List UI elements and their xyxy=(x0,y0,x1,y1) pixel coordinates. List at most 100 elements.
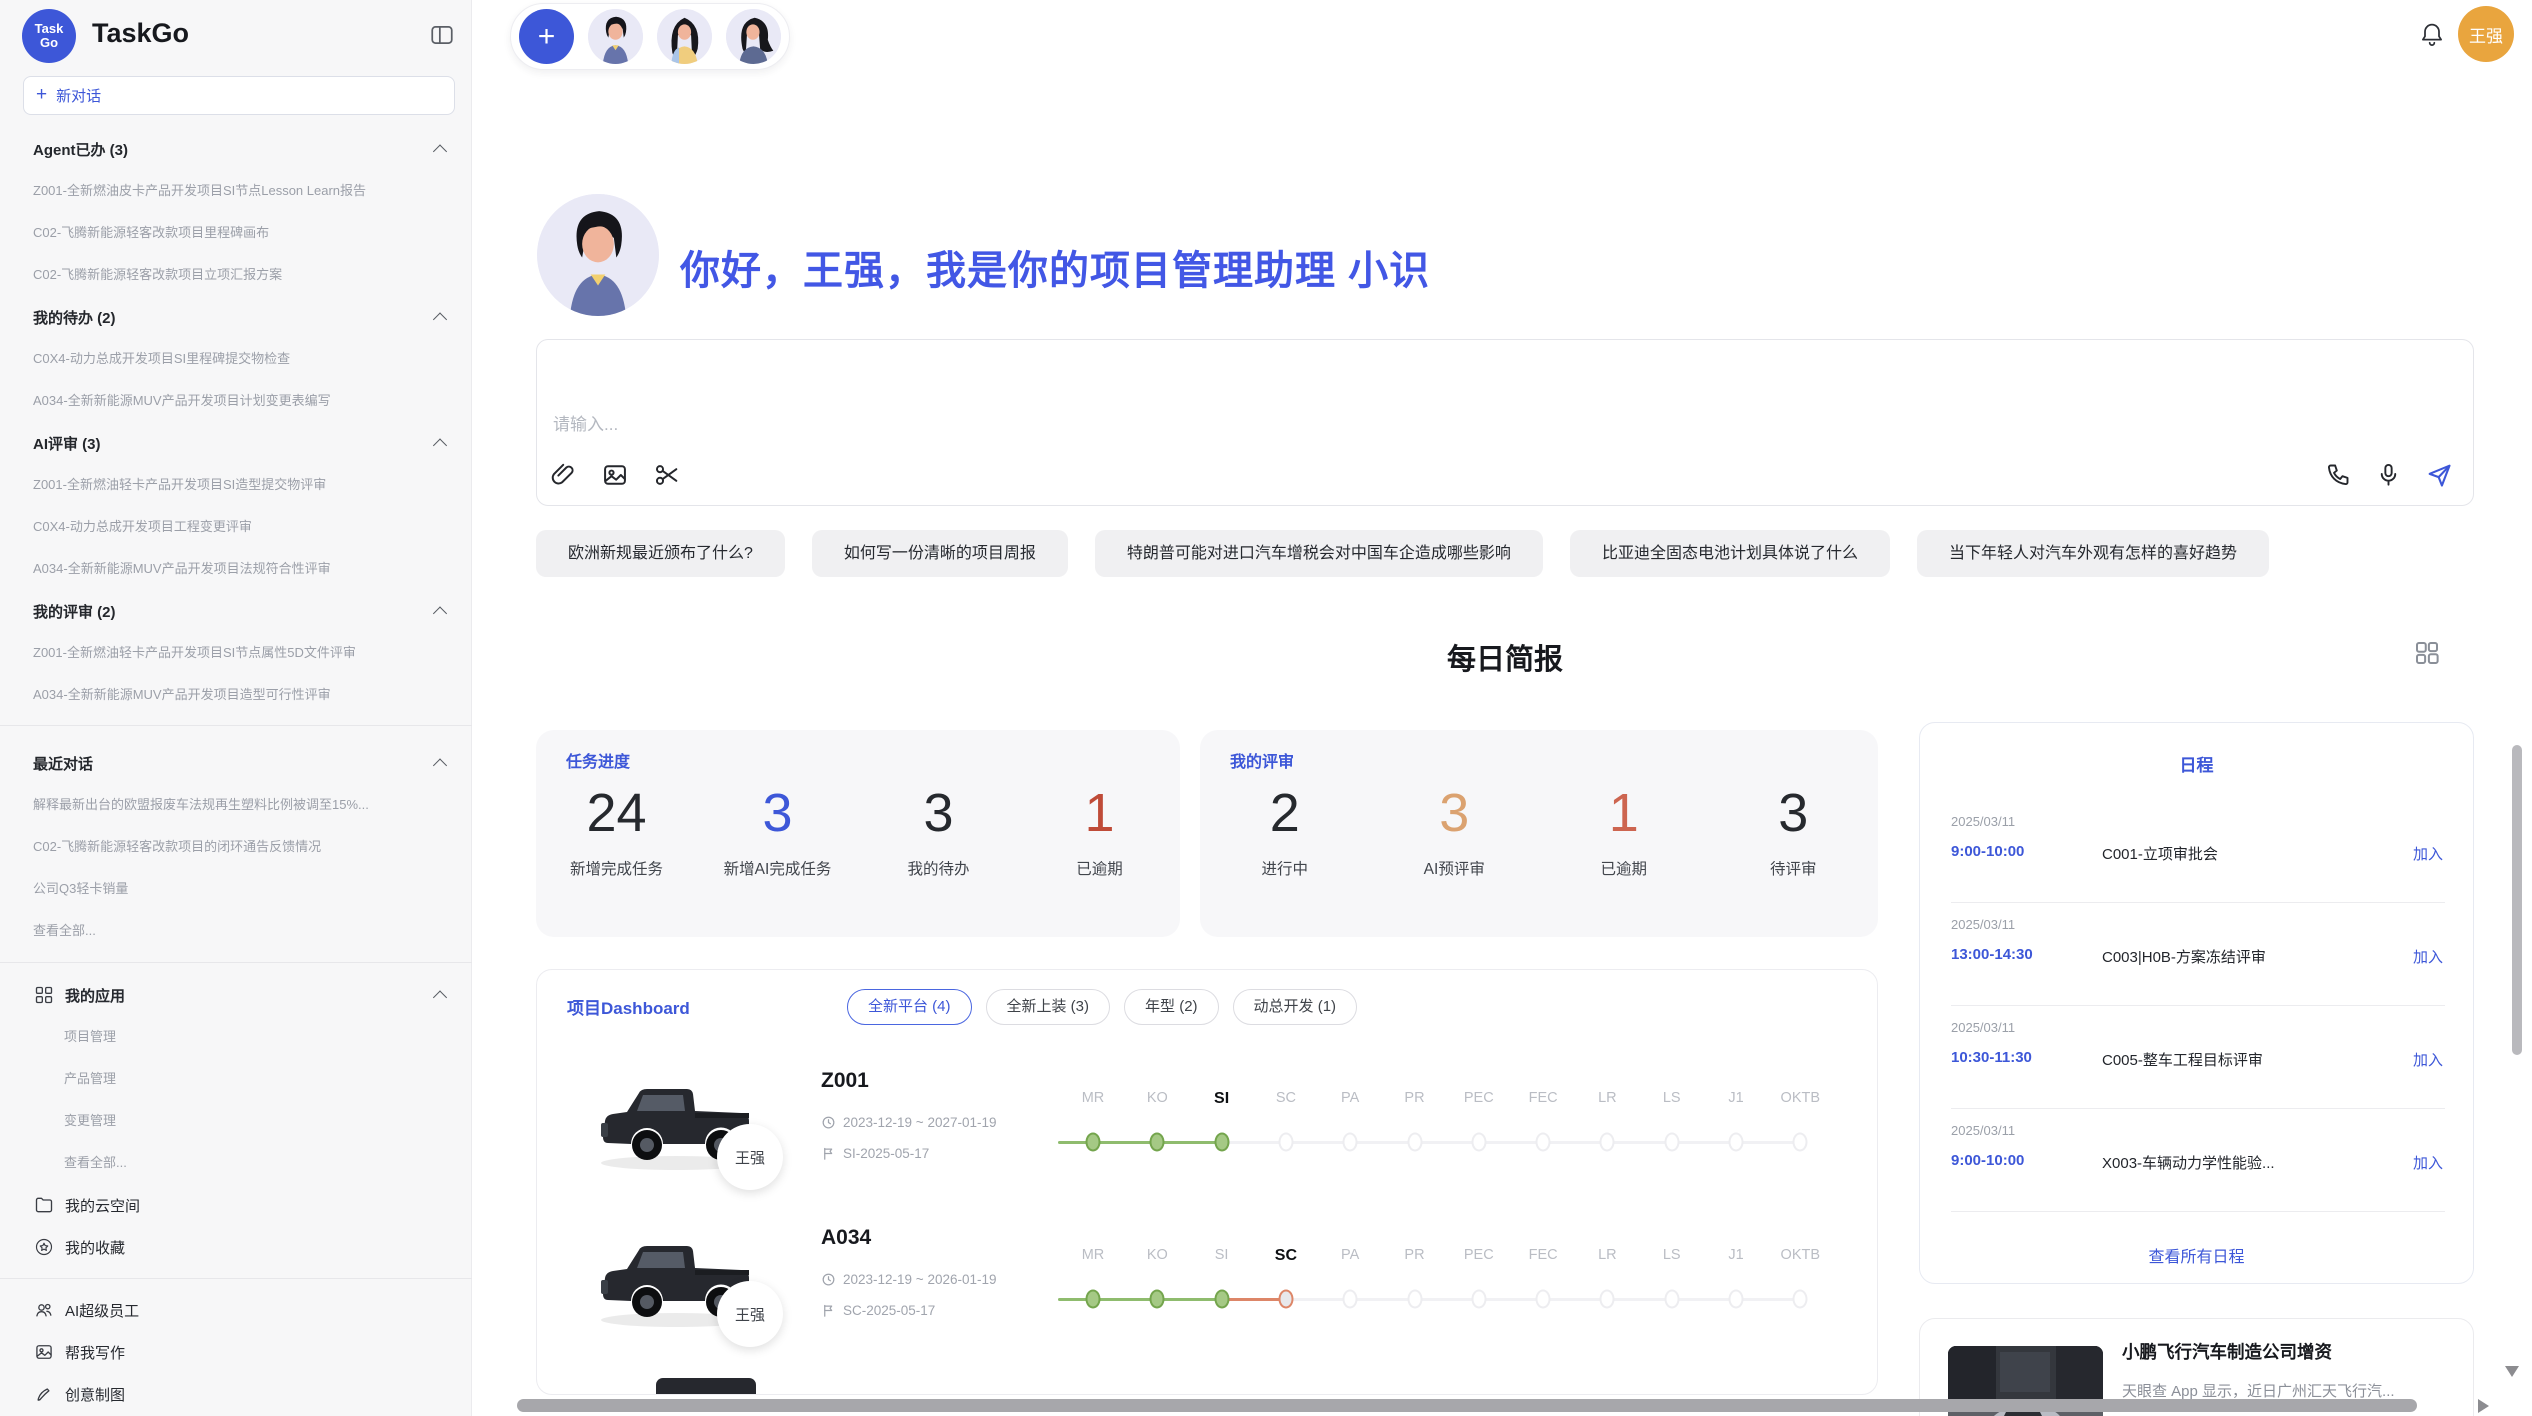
clock-icon xyxy=(821,1115,836,1130)
paperclip-icon[interactable] xyxy=(549,461,577,489)
sidebar-app-item[interactable]: 产品管理 xyxy=(0,1058,472,1100)
sidebar-tool-item[interactable]: 创意制图 xyxy=(0,1373,472,1415)
suggestion-chip[interactable]: 特朗普可能对进口汽车增税会对中国车企造成哪些影响 xyxy=(1095,530,1543,577)
notification-bell-icon[interactable] xyxy=(2418,20,2446,48)
user-avatar[interactable]: 王强 xyxy=(2458,6,2514,62)
milestone-label: PA xyxy=(1341,1090,1359,1106)
send-icon[interactable] xyxy=(2425,461,2453,489)
scroll-down-arrow-icon[interactable] xyxy=(2505,1366,2519,1377)
image-icon[interactable] xyxy=(601,461,629,489)
card-title: 我的评审 xyxy=(1230,748,1294,772)
sidebar-tools-section: AI超级员工帮我写作创意制图 xyxy=(0,1289,472,1415)
agent-avatar-3[interactable] xyxy=(726,9,781,64)
stat-value: 3 xyxy=(1709,784,1879,843)
suggestion-chip[interactable]: 欧洲新规最近颁布了什么? xyxy=(536,530,785,577)
recent-chat-item[interactable]: 解释最新出台的欧盟报废车法规再生塑料比例被调至15%... xyxy=(0,784,472,826)
chat-input[interactable]: 请输入... xyxy=(536,339,2474,506)
new-chat-button[interactable]: + 新对话 xyxy=(23,76,455,115)
dashboard-tab[interactable]: 全新平台 (4) xyxy=(847,989,972,1025)
sidebar-tool-item[interactable]: 帮我写作 xyxy=(0,1331,472,1373)
stat-label: 新增完成任务 xyxy=(536,857,697,879)
sidebar-collapse-icon[interactable] xyxy=(429,22,455,48)
agent-avatar-1[interactable] xyxy=(588,9,643,64)
sidebar-app-item[interactable]: 项目管理 xyxy=(0,1016,472,1058)
schedule-date: 2025/03/11 xyxy=(1951,814,2015,829)
sidebar-app-item[interactable]: 变更管理 xyxy=(0,1100,472,1142)
scissors-icon[interactable] xyxy=(653,461,681,489)
view-all-link[interactable]: 查看全部... xyxy=(0,1142,472,1184)
star-icon xyxy=(34,1237,54,1257)
task-progress-card: 任务进度 24新增完成任务3新增AI完成任务3我的待办1已逾期 xyxy=(536,730,1180,937)
sidebar-item[interactable]: Z001-全新燃油轻卡产品开发项目SI节点属性5D文件评审 xyxy=(0,632,472,674)
dashboard-tab[interactable]: 动总开发 (1) xyxy=(1233,989,1358,1025)
add-agent-button[interactable]: + xyxy=(519,9,574,64)
section-title: 我的待办 (2) xyxy=(33,307,116,328)
dashboard-tab[interactable]: 全新上装 (3) xyxy=(986,989,1111,1025)
scroll-right-arrow-icon[interactable] xyxy=(2478,1399,2489,1413)
sidebar-section-header[interactable]: 我的待办 (2) xyxy=(0,296,472,338)
milestone-label: J1 xyxy=(1728,1247,1743,1263)
sidebar-item-star[interactable]: 我的收藏 xyxy=(0,1226,472,1268)
dashboard-tab[interactable]: 年型 (2) xyxy=(1124,989,1219,1025)
view-all-link[interactable]: 查看全部... xyxy=(0,910,472,952)
sidebar-item-folder[interactable]: 我的云空间 xyxy=(0,1184,472,1226)
milestone-label: LS xyxy=(1663,1247,1681,1263)
suggestion-chip[interactable]: 如何写一份清晰的项目周报 xyxy=(812,530,1068,577)
horizontal-scrollbar[interactable] xyxy=(517,1399,2417,1412)
sidebar-recent-header[interactable]: 最近对话 xyxy=(0,742,472,784)
sidebar-item[interactable]: C0X4-动力总成开发项目工程变更评审 xyxy=(0,506,472,548)
join-link[interactable]: 加入 xyxy=(2413,1152,2443,1173)
schedule-time: 9:00-10:00 xyxy=(1951,843,2024,860)
sidebar-tool-item[interactable]: AI超级员工 xyxy=(0,1289,472,1331)
milestone-label: J1 xyxy=(1728,1090,1743,1106)
sidebar-item[interactable]: Z001-全新燃油轻卡产品开发项目SI造型提交物评审 xyxy=(0,464,472,506)
project-flag: SC-2025-05-17 xyxy=(821,1303,935,1318)
sidebar-apps-header[interactable]: 我的应用 xyxy=(0,974,472,1016)
vertical-scrollbar[interactable] xyxy=(2512,745,2522,1055)
chevron-up-icon xyxy=(433,758,447,772)
join-link[interactable]: 加入 xyxy=(2413,843,2443,864)
greeting-text: 你好，王强，我是你的项目管理助理 小识 xyxy=(680,238,1430,296)
join-link[interactable]: 加入 xyxy=(2413,946,2443,967)
recent-chat-item[interactable]: 公司Q3轻卡销量 xyxy=(0,868,472,910)
stat-column: 1已逾期 xyxy=(1539,784,1709,879)
phone-icon[interactable] xyxy=(2325,461,2353,489)
milestone-line-done xyxy=(1058,1298,1222,1301)
schedule-time: 9:00-10:00 xyxy=(1951,1152,2024,1169)
agent-avatar-2[interactable] xyxy=(657,9,712,64)
sidebar-item[interactable]: Z001-全新燃油皮卡产品开发项目SI节点Lesson Learn报告 xyxy=(0,170,472,212)
sidebar-section-header[interactable]: 我的评审 (2) xyxy=(0,590,472,632)
divider xyxy=(0,725,472,726)
taskgo-logo: Task Go xyxy=(22,9,76,63)
sidebar-item-label: AI超级员工 xyxy=(65,1300,139,1321)
suggestion-chip[interactable]: 比亚迪全固态电池计划具体说了什么 xyxy=(1570,530,1890,577)
sidebar-item[interactable]: A034-全新新能源MUV产品开发项目计划变更表编写 xyxy=(0,380,472,422)
sidebar-item[interactable]: A034-全新新能源MUV产品开发项目造型可行性评审 xyxy=(0,674,472,716)
milestone-dot xyxy=(1664,1133,1679,1152)
join-link[interactable]: 加入 xyxy=(2413,1049,2443,1070)
schedule-date: 2025/03/11 xyxy=(1951,1020,2015,1035)
sidebar-item[interactable]: C02-飞腾新能源轻客改款项目立项汇报方案 xyxy=(0,254,472,296)
suggestion-chip[interactable]: 当下年轻人对汽车外观有怎样的喜好趋势 xyxy=(1917,530,2269,577)
sidebar-item[interactable]: C02-飞腾新能源轻客改款项目里程碑画布 xyxy=(0,212,472,254)
sidebar-section-header[interactable]: AI评审 (3) xyxy=(0,422,472,464)
stat-label: 进行中 xyxy=(1200,857,1370,879)
dashboard-grid-icon[interactable] xyxy=(2412,638,2442,668)
milestone-label: KO xyxy=(1147,1090,1168,1106)
project-date-range: 2023-12-19 ~ 2026-01-19 xyxy=(843,1272,997,1287)
project-row-a034[interactable]: 王强 A034 2023-12-19 ~ 2026-01-19 SC-2025-… xyxy=(537,1216,1877,1366)
milestone-label: PA xyxy=(1341,1247,1359,1263)
mic-icon[interactable] xyxy=(2375,461,2403,489)
dashboard-title: 项目Dashboard xyxy=(567,994,690,1019)
sidebar-item[interactable]: A034-全新新能源MUV产品开发项目法规符合性评审 xyxy=(0,548,472,590)
project-row-z001[interactable]: 王强 Z001 2023-12-19 ~ 2027-01-19 SI-2025-… xyxy=(537,1059,1877,1209)
flag-icon xyxy=(821,1146,836,1161)
sidebar-item[interactable]: C0X4-动力总成开发项目SI里程碑提交物检查 xyxy=(0,338,472,380)
stat-label: 已逾期 xyxy=(1019,857,1180,879)
view-all-schedule-link[interactable]: 查看所有日程 xyxy=(1920,1243,2473,1267)
schedule-time: 13:00-14:30 xyxy=(1951,946,2033,963)
schedule-event-title: C003|H0B-方案冻结评审 xyxy=(2102,946,2266,967)
recent-chat-item[interactable]: C02-飞腾新能源轻客改款项目的闭环通告反馈情况 xyxy=(0,826,472,868)
sidebar-section-header[interactable]: Agent已办 (3) xyxy=(0,128,472,170)
milestone-dot xyxy=(1536,1290,1551,1309)
